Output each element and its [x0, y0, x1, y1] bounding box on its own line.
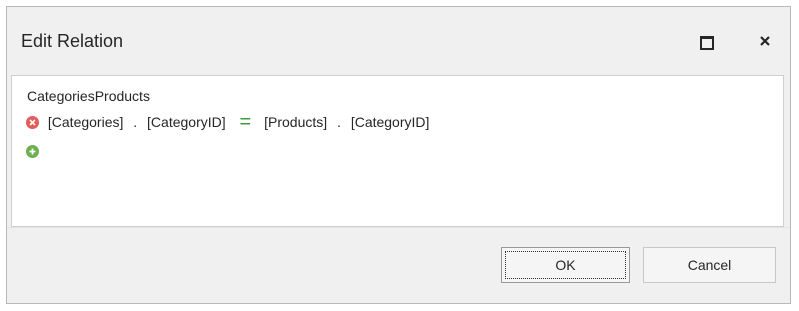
maximize-icon [700, 36, 714, 50]
close-button[interactable] [751, 29, 779, 53]
title-bar: Edit Relation [7, 7, 790, 71]
relation-condition-row: [Categories] . [CategoryID] = [Products]… [26, 112, 430, 132]
relation-name: CategoriesProducts [27, 88, 150, 104]
relation-editor-panel: CategoriesProducts [Categories] . [Categ… [11, 75, 784, 227]
edit-relation-dialog: Edit Relation CategoriesProducts [Catego… [6, 6, 791, 304]
add-condition-icon[interactable] [26, 145, 39, 158]
left-column-field[interactable]: [CategoryID] [147, 114, 226, 130]
ok-button[interactable]: OK [501, 247, 630, 283]
dialog-title: Edit Relation [21, 31, 124, 51]
remove-condition-icon[interactable] [26, 115, 39, 129]
left-table-field[interactable]: [Categories] [48, 114, 123, 130]
close-icon [760, 36, 770, 46]
right-table-field[interactable]: [Products] [264, 114, 327, 130]
focus-indicator [505, 251, 626, 279]
left-separator: . [133, 114, 138, 131]
cancel-button-label: Cancel [687, 257, 732, 273]
right-separator: . [337, 114, 341, 131]
maximize-button[interactable] [692, 29, 720, 53]
footer-separator [7, 227, 790, 228]
right-column-field[interactable]: [CategoryID] [351, 114, 430, 130]
condition-operator[interactable]: = [240, 112, 252, 132]
cancel-button[interactable]: Cancel [643, 247, 776, 283]
